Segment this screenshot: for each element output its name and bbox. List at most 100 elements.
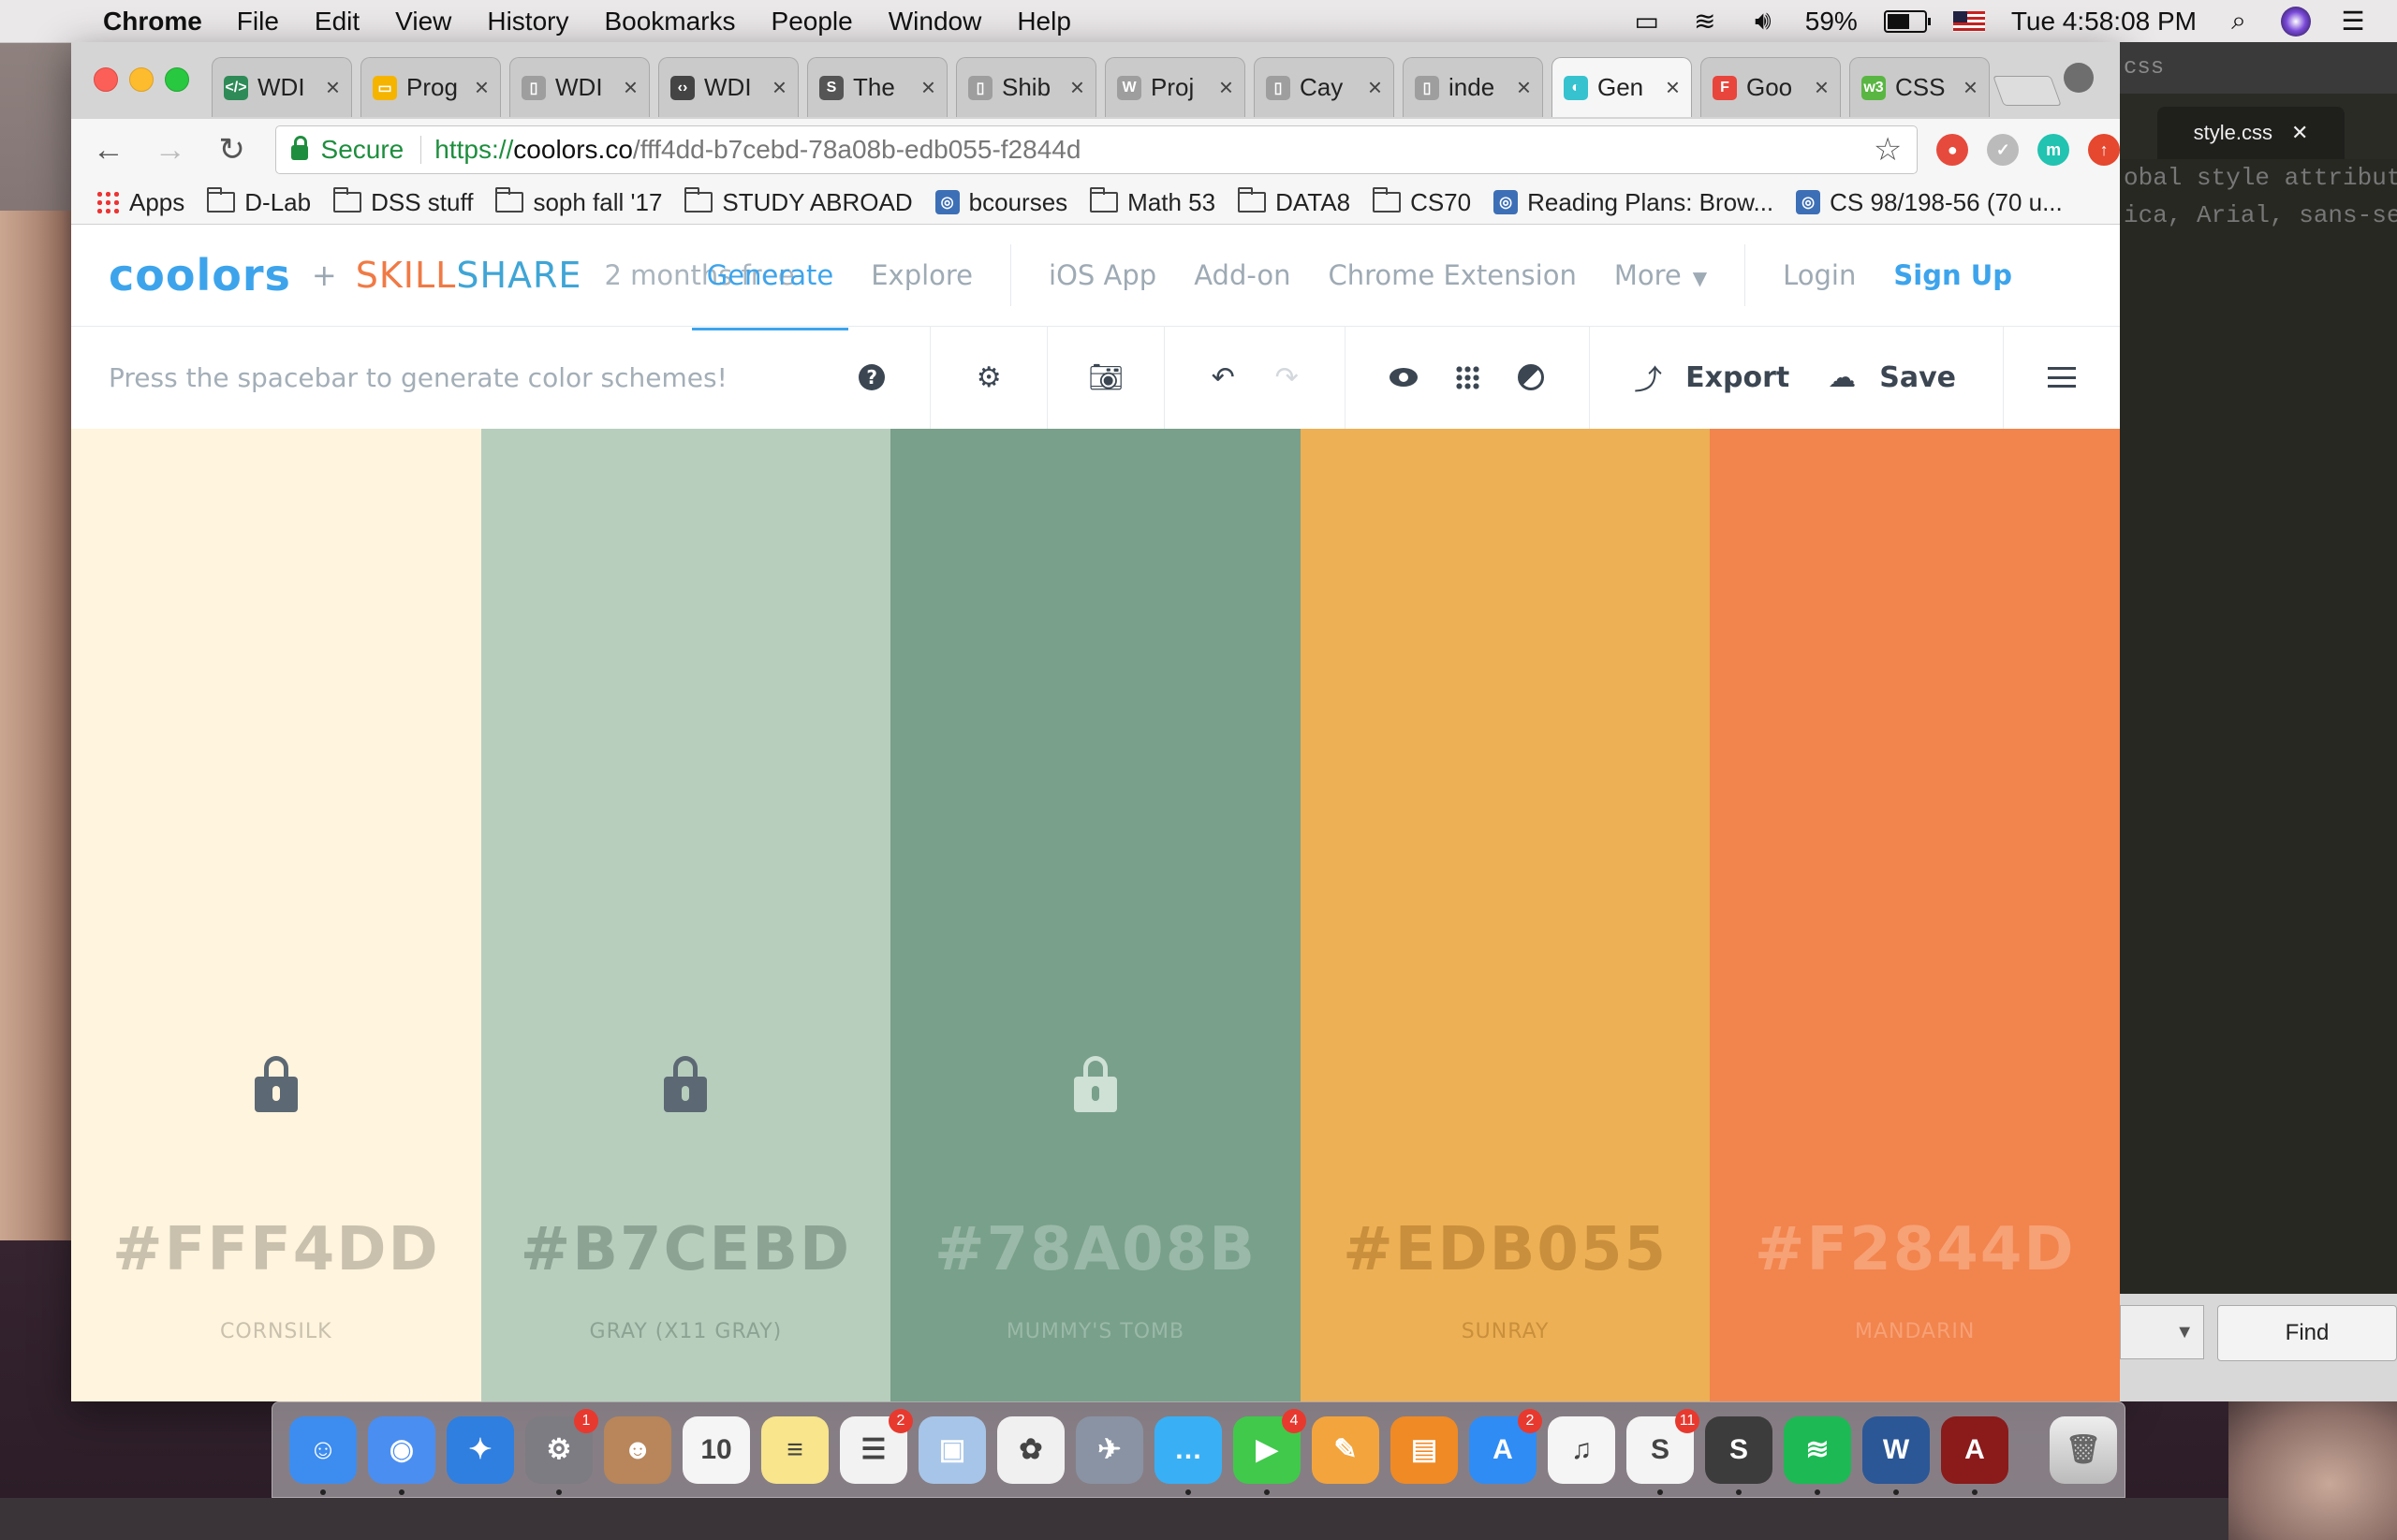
menu-people[interactable]: People — [772, 7, 853, 37]
bookmark-item[interactable]: STUDY ABROAD — [684, 187, 913, 217]
profile-icon[interactable] — [2064, 63, 2094, 93]
bookmark-item[interactable]: Math 53 — [1090, 187, 1215, 217]
save-button[interactable]: Save — [1879, 361, 1956, 394]
color-swatch[interactable]: #F2844D MANDARIN — [1710, 429, 2120, 1401]
tab-close-icon[interactable]: × — [1963, 73, 1978, 102]
tab-close-icon[interactable]: × — [1368, 73, 1382, 102]
tab-close-icon[interactable]: × — [1219, 73, 1233, 102]
nav-sign-up[interactable]: Sign Up — [1893, 259, 2012, 291]
tab-close-icon[interactable]: × — [1815, 73, 1829, 102]
coolors-logo[interactable]: coolors — [109, 250, 291, 301]
settings-gear-icon[interactable]: ⚙ — [970, 359, 1007, 396]
share-icon[interactable]: ⤴ — [1629, 359, 1667, 397]
dock-app-icon[interactable]: ✎ — [1312, 1415, 1379, 1484]
editor-tab-style-css[interactable]: style.css ✕ — [2157, 107, 2345, 159]
dock-app-icon[interactable]: A — [1941, 1415, 2008, 1495]
bookmark-item[interactable]: ◎ bcourses — [934, 188, 1067, 217]
dock-app-icon[interactable]: 10 — [683, 1415, 750, 1484]
find-options-dropdown[interactable]: ▼ — [2120, 1305, 2204, 1359]
back-arrow-icon[interactable]: ← — [84, 125, 133, 174]
bookmark-item[interactable]: ◎ Reading Plans: Brow... — [1493, 188, 1773, 217]
undo-icon[interactable]: ↶ — [1204, 359, 1242, 396]
upload-extension-icon[interactable]: ↑ — [2088, 134, 2121, 166]
dock-app-icon[interactable]: ✿ — [997, 1415, 1065, 1484]
swatch-hex-code[interactable]: #B7CEBD — [481, 1215, 891, 1284]
dock-app-icon[interactable]: ☰ 2 — [840, 1408, 913, 1484]
lock-icon[interactable] — [254, 1056, 298, 1112]
tab-close-icon[interactable]: × — [1070, 73, 1084, 102]
dock-app-icon[interactable]: ▶ 4 — [1233, 1408, 1306, 1495]
menu-bookmarks[interactable]: Bookmarks — [604, 7, 735, 37]
nav-ios-app[interactable]: iOS App — [1049, 259, 1156, 291]
swatch-hex-code[interactable]: #78A08B — [890, 1215, 1301, 1284]
nav-explore[interactable]: Explore — [871, 259, 973, 291]
notification-center-icon[interactable]: ☰ — [2337, 7, 2369, 36]
browser-tab[interactable]: ▯ WDI × — [509, 57, 650, 117]
trash-icon[interactable]: 🗑︎ — [2050, 1415, 2117, 1484]
extension-m-icon[interactable]: m — [2037, 134, 2070, 166]
hamburger-menu-icon[interactable] — [2043, 359, 2081, 396]
browser-tab[interactable]: W Proj × — [1105, 57, 1245, 117]
nav-chrome-extension[interactable]: Chrome Extension — [1328, 259, 1576, 291]
reload-icon[interactable]: ↻ — [208, 125, 257, 174]
browser-tab[interactable]: ‹› WDI × — [658, 57, 799, 117]
close-icon[interactable]: ✕ — [2291, 121, 2308, 145]
color-swatch[interactable]: #EDB055 SUNRAY — [1300, 429, 1711, 1401]
bookmark-item[interactable]: ◎ CS 98/198-56 (70 u... — [1796, 188, 2063, 217]
browser-tab[interactable]: ▯ inde × — [1403, 57, 1543, 117]
window-close-button[interactable] — [94, 67, 118, 92]
dock-app-icon[interactable]: ▣ — [919, 1415, 986, 1484]
siri-icon[interactable] — [2281, 6, 2311, 37]
browser-tab[interactable]: </> WDI × — [212, 57, 352, 117]
browser-tab[interactable]: ▯ Cay × — [1254, 57, 1394, 117]
secure-label[interactable]: Secure — [321, 135, 404, 165]
battery-icon[interactable] — [1883, 9, 1931, 33]
nav-add-on[interactable]: Add-on — [1194, 259, 1290, 291]
dock-app-icon[interactable]: ◉ — [368, 1415, 435, 1495]
dock-app-icon[interactable]: ⚙ 1 — [525, 1408, 598, 1495]
browser-tab[interactable]: ▭ Prog × — [360, 57, 501, 117]
export-button[interactable]: Export — [1685, 361, 1789, 394]
dock-app-icon[interactable]: ☻ — [604, 1415, 671, 1484]
bookmark-item[interactable]: D-Lab — [207, 187, 311, 217]
lock-icon[interactable] — [1073, 1056, 1117, 1112]
contrast-icon[interactable] — [1512, 359, 1550, 396]
address-bar[interactable]: Secure https://coolors.co/fff4dd-b7cebd-… — [274, 125, 1919, 174]
input-source-flag-icon[interactable] — [1952, 10, 1985, 32]
dock-app-icon[interactable]: A2 — [1469, 1408, 1542, 1484]
window-minimize-button[interactable] — [129, 67, 154, 92]
pocket-extension-icon[interactable]: ✓ — [1987, 134, 2020, 166]
new-tab-button[interactable] — [1993, 76, 2062, 106]
bookmark-item[interactable]: DSS stuff — [333, 187, 473, 217]
browser-tab[interactable]: S The × — [807, 57, 948, 117]
swatch-hex-code[interactable]: #F2844D — [1710, 1215, 2120, 1284]
nav-more[interactable]: More ▼ — [1614, 259, 1707, 291]
tab-close-icon[interactable]: × — [772, 73, 787, 102]
dock-app-icon[interactable]: ☺ — [289, 1415, 357, 1495]
window-zoom-button[interactable] — [165, 67, 189, 92]
dock-app-icon[interactable]: ✦ — [447, 1415, 514, 1484]
color-swatch[interactable]: #78A08B MUMMY'S TOMB — [890, 429, 1301, 1401]
browser-tab[interactable]: ◐ Gen × — [1551, 57, 1692, 117]
tab-close-icon[interactable]: × — [475, 73, 489, 102]
volume-icon[interactable]: 🔊︎ — [1747, 6, 1779, 35]
bookmark-item[interactable]: CS70 — [1373, 187, 1471, 217]
menu-window[interactable]: Window — [889, 7, 982, 37]
dock-app-icon[interactable]: ▤ — [1390, 1415, 1458, 1484]
nav-login[interactable]: Login — [1783, 259, 1856, 291]
dock-app-icon[interactable]: S 11 — [1626, 1408, 1699, 1495]
redo-icon[interactable]: ↷ — [1268, 359, 1305, 396]
browser-tab[interactable]: w3 CSS × — [1849, 57, 1990, 117]
menu-help[interactable]: Help — [1017, 7, 1071, 37]
browser-tab[interactable]: ▯ Shib × — [956, 57, 1096, 117]
dock-app-icon[interactable]: W — [1862, 1415, 1930, 1495]
swatch-hex-code[interactable]: #EDB055 — [1301, 1215, 1711, 1284]
camera-icon[interactable]: 📷︎ — [1087, 359, 1125, 396]
menu-view[interactable]: View — [395, 7, 451, 37]
adblock-extension-icon[interactable]: ● — [1936, 134, 1969, 166]
find-button[interactable]: Find — [2217, 1305, 2397, 1361]
wifi-icon[interactable]: ≋ — [1689, 7, 1721, 36]
bookmark-item[interactable]: soph fall '17 — [495, 187, 662, 217]
dock-app-icon[interactable]: ≡ — [761, 1415, 829, 1484]
dock-app-icon[interactable]: ≋ — [1784, 1415, 1851, 1495]
